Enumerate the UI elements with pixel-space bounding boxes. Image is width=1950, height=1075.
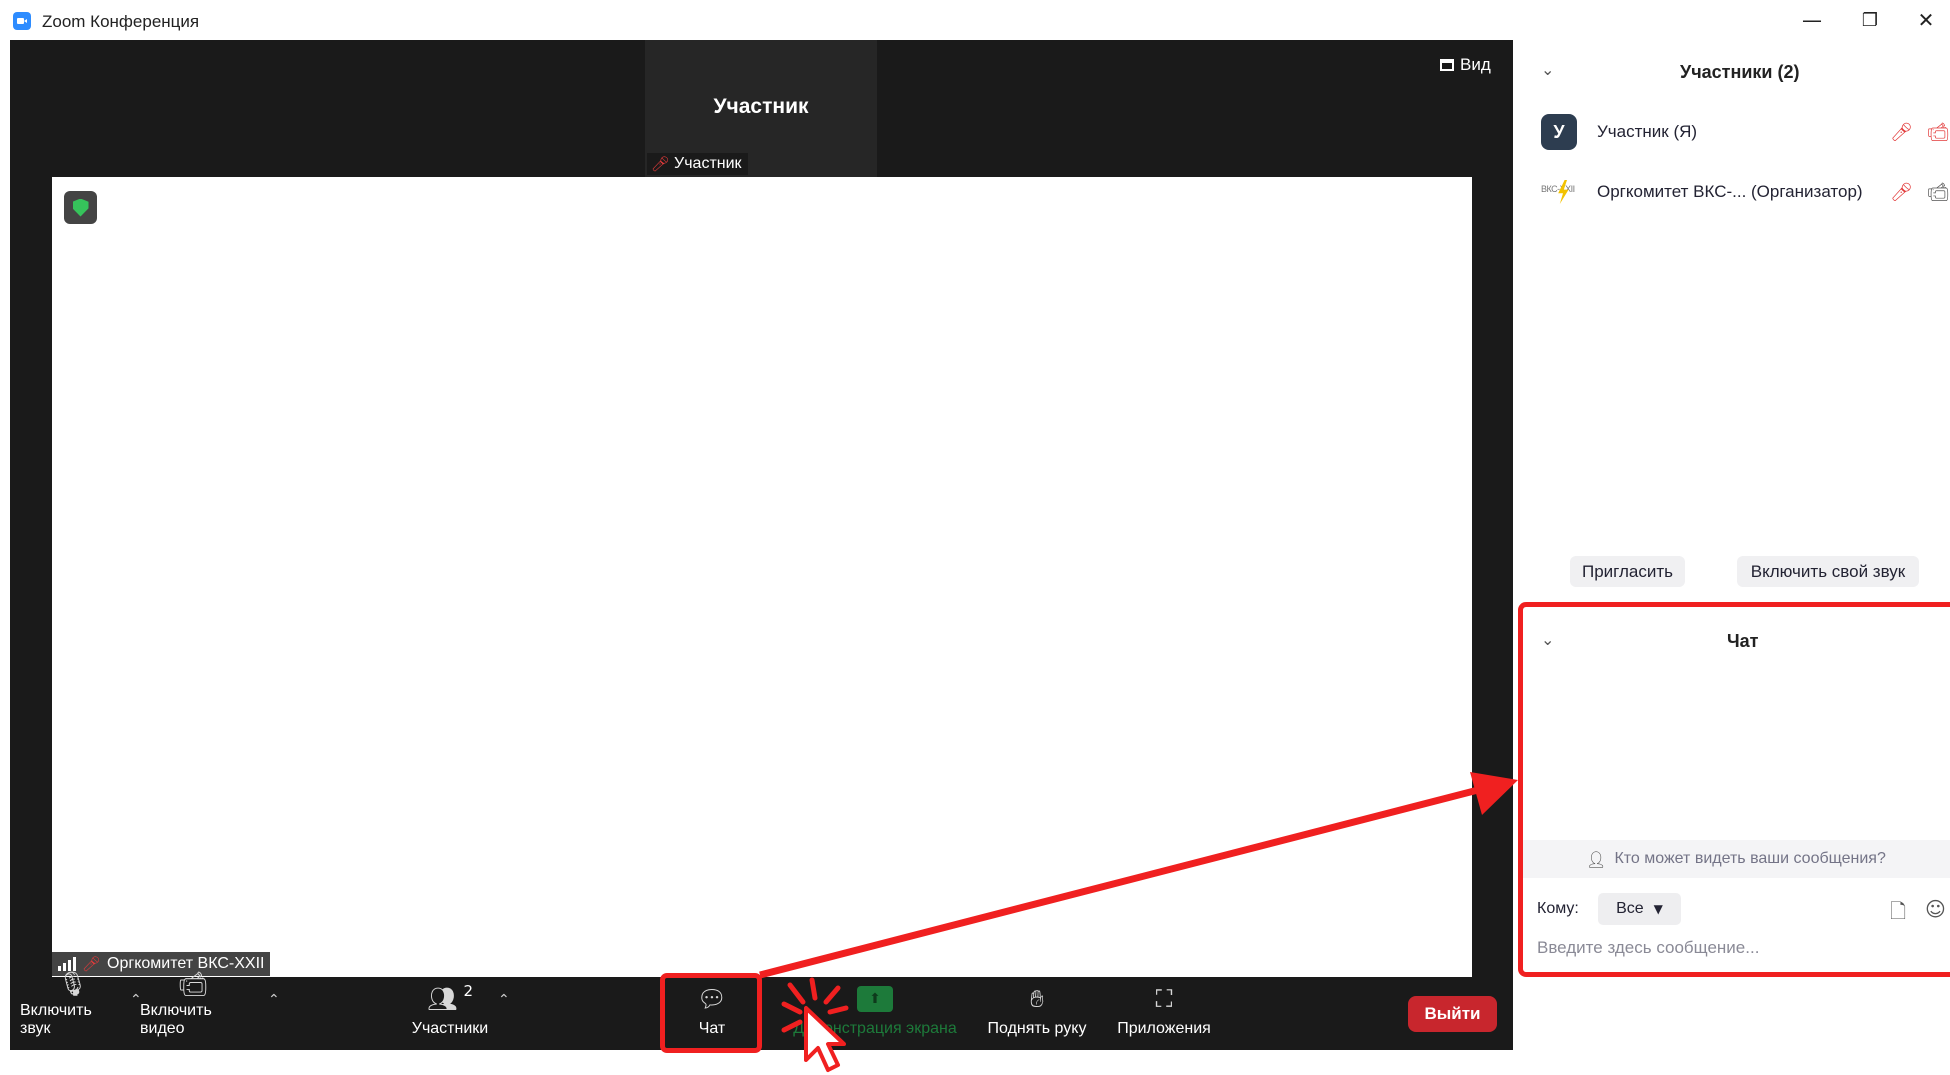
participants-options-chevron-icon[interactable]: ⌃: [498, 992, 510, 1008]
participants-icon: 👥︎ 2: [426, 982, 473, 1013]
chat-button-highlight: [660, 973, 762, 1053]
participant-row[interactable]: У Участник (Я): [1541, 114, 1697, 150]
unmute-label: Включить звук: [20, 1002, 92, 1037]
video-off-icon[interactable]: 📹︎: [1927, 122, 1950, 143]
mic-off-icon: 🎙︎: [57, 970, 89, 998]
apps-icon: ⛶: [1155, 985, 1173, 1013]
start-video-button[interactable]: 📹︎ Включить видео: [140, 970, 246, 1050]
view-button-label: Вид: [1460, 55, 1491, 74]
invite-button[interactable]: Пригласить: [1570, 556, 1685, 587]
collapse-participants-chevron-icon[interactable]: ⌄: [1541, 60, 1554, 79]
organizer-avatar: ВКС-XXII: [1541, 177, 1581, 207]
shared-screen: [52, 177, 1472, 977]
participant-row[interactable]: ВКС-XXII Оргкомитет ВКС-... (Организатор…: [1541, 177, 1863, 207]
avatar: У: [1541, 114, 1577, 150]
mic-muted-icon[interactable]: 🎤︎: [1890, 122, 1913, 143]
participants-label: Участники: [411, 1020, 489, 1037]
avatar-text: ВКС-XXII: [1541, 184, 1575, 194]
raise-hand-label: Поднять руку: [987, 1020, 1087, 1037]
share-screen-icon: ⬆: [857, 982, 893, 1016]
participant-thumbnail[interactable]: Участник 🎤︎ Участник: [645, 40, 877, 177]
share-screen-button[interactable]: ⬆ Демонстрация экрана: [780, 978, 970, 1050]
video-off-icon: 📹︎: [177, 970, 209, 998]
leave-button[interactable]: Выйти: [1408, 996, 1497, 1032]
view-button[interactable]: Вид: [1440, 55, 1491, 75]
thumbnail-label: 🎤︎ Участник: [647, 153, 748, 175]
minimize-button[interactable]: —: [1792, 6, 1832, 34]
participant-status-icons: 🎤︎ 📹︎: [1890, 122, 1949, 143]
raise-hand-button[interactable]: ✋︎ Поднять руку: [980, 978, 1094, 1050]
mic-muted-icon: 🎤︎: [651, 156, 671, 173]
zoom-app-icon: [13, 12, 31, 30]
participant-name: Оргкомитет ВКС-... (Организатор): [1597, 182, 1863, 201]
mic-muted-icon[interactable]: 🎤︎: [1890, 182, 1913, 203]
close-button[interactable]: ✕: [1906, 6, 1946, 34]
participants-panel-title: Участники (2): [1680, 62, 1800, 82]
share-screen-label: Демонстрация экрана: [793, 1020, 957, 1037]
participants-count: 2: [463, 982, 473, 1000]
video-options-chevron-icon[interactable]: ⌃: [268, 992, 280, 1008]
unmute-self-button[interactable]: Включить свой звук: [1737, 556, 1919, 587]
start-video-label: Включить видео: [140, 1002, 212, 1037]
meeting-area: Вид Участник 🎤︎ Участник 🎤︎ Оргкомитет В…: [10, 40, 1513, 1050]
participants-button[interactable]: 👥︎ 2 Участники: [410, 978, 490, 1050]
thumbnail-label-text: Участник: [674, 155, 742, 172]
title-bar: Zoom Конференция — ❐ ✕: [0, 0, 1950, 40]
encryption-shield-icon[interactable]: [64, 191, 97, 224]
chat-panel-highlight: [1518, 602, 1950, 977]
grid-view-icon: [1440, 59, 1454, 71]
window-title: Zoom Конференция: [42, 12, 200, 31]
video-icon[interactable]: 📹︎: [1927, 182, 1950, 203]
participant-status-icons: 🎤︎ 📹︎: [1890, 182, 1949, 203]
thumbnail-name: Участник: [713, 95, 809, 118]
apps-label: Приложения: [1117, 1020, 1211, 1037]
unmute-button[interactable]: 🎙︎ Включить звук: [20, 970, 126, 1050]
participant-name: Участник (Я): [1597, 122, 1698, 141]
signal-strength-icon: [58, 957, 76, 971]
restore-button[interactable]: ❐: [1850, 6, 1890, 34]
raise-hand-icon: ✋︎: [1030, 985, 1044, 1013]
apps-button[interactable]: ⛶ Приложения: [1110, 978, 1218, 1050]
